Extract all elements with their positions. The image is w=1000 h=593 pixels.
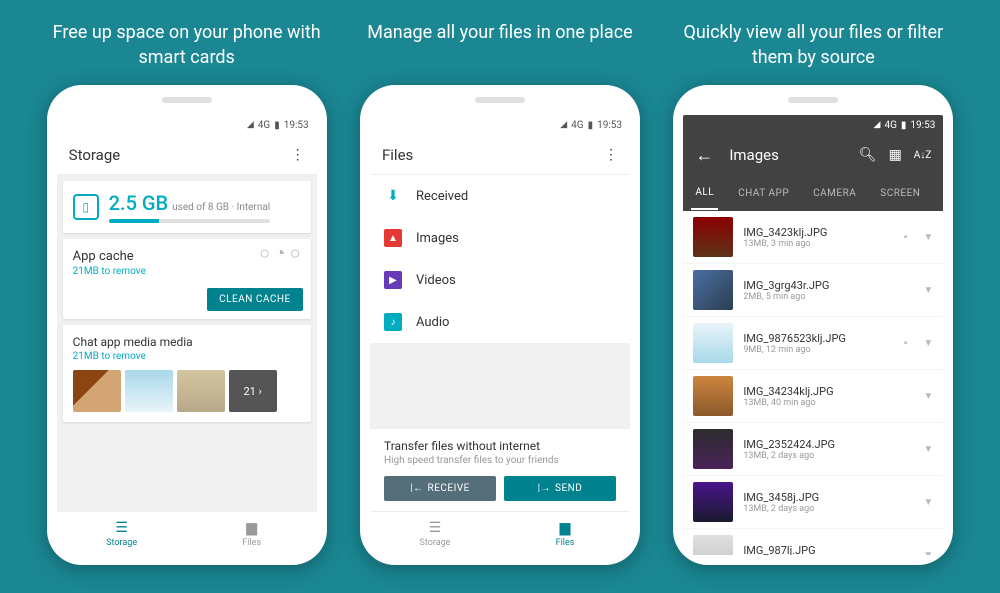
receive-icon: |← [410, 483, 423, 494]
headline-storage: Free up space on your phone with smart c… [37, 20, 337, 70]
headline-files: Manage all your files in one place [367, 20, 632, 70]
headline-images: Quickly view all your files or filter th… [663, 20, 963, 70]
category-videos[interactable]: ▶ Videos [370, 259, 630, 301]
image-thumb [693, 217, 733, 257]
category-received[interactable]: ⬇ Received [370, 175, 630, 217]
image-row[interactable]: IMG_987lj.JPG13MB, 4 days ago▼ [683, 529, 943, 555]
folder-icon: ▆ [246, 520, 257, 536]
tab-chat-app[interactable]: CHAT APP [734, 178, 793, 209]
image-row[interactable]: IMG_9876523klj.JPG9MB, 12 min ago▪▼ [683, 317, 943, 370]
image-row[interactable]: IMG_3grg43r.JPG2MB, 5 min ago▼ [683, 264, 943, 317]
storage-icon: ☰ [429, 520, 442, 536]
signal-icon: ◢ [874, 120, 881, 130]
storage-summary-card[interactable]: ▯ 2.5 GB used of 8 GB · Internal [63, 181, 311, 233]
overflow-icon[interactable]: ⋮ [291, 147, 305, 163]
storage-icon: ☰ [115, 520, 128, 536]
image-thumb [693, 323, 733, 363]
clean-cache-button[interactable]: CLEAN CACHE [207, 288, 303, 311]
usage-bar [109, 219, 159, 223]
status-bar: ◢ 4G ▮ 19:53 [370, 115, 630, 135]
device-icon: ▯ [73, 194, 99, 220]
signal-icon: ◢ [247, 120, 254, 130]
filter-tabs: ALL CHAT APP CAMERA SCREEN [683, 175, 943, 211]
phone-mockup-images: ◢ 4G ▮ 19:53 ← Images 🔍︎ ▦ A↓Z ALL CHAT … [673, 85, 953, 565]
nav-files[interactable]: ▆ Files [500, 512, 630, 555]
nav-storage[interactable]: ☰ Storage [57, 512, 187, 555]
page-title: Files [382, 146, 592, 164]
send-icon: |→ [538, 483, 551, 494]
send-button[interactable]: |→SEND [504, 476, 616, 501]
image-row[interactable]: IMG_2352424.JPG13MB, 2 days ago▼ [683, 423, 943, 476]
chevron-down-icon[interactable]: ▼ [923, 338, 933, 349]
back-icon[interactable]: ← [695, 145, 713, 166]
media-thumb[interactable] [73, 370, 121, 412]
signal-icon: ◢ [560, 120, 567, 130]
battery-icon: ▮ [274, 120, 280, 131]
chevron-down-icon[interactable]: ▼ [923, 550, 933, 556]
image-thumb [693, 376, 733, 416]
image-thumb [693, 429, 733, 469]
sort-icon[interactable]: A↓Z [914, 150, 932, 161]
image-icon: ▲ [384, 229, 402, 247]
status-bar: ◢ 4G ▮ 19:53 [683, 115, 943, 135]
video-icon: ▶ [384, 271, 402, 289]
media-thumb[interactable] [177, 370, 225, 412]
app-bar-storage: Storage ⋮ [57, 135, 317, 175]
bottom-nav: ☰ Storage ▆ Files [370, 511, 630, 555]
audio-icon: ♪ [384, 313, 402, 331]
receive-button[interactable]: |←RECEIVE [384, 476, 496, 501]
transfer-title: Transfer files without internet [384, 439, 616, 453]
image-thumb [693, 270, 733, 310]
phone-mockup-files: ◢ 4G ▮ 19:53 Files ⋮ ⬇ Received ▲ Images [360, 85, 640, 565]
image-row[interactable]: IMG_3423klj.JPG13MB, 3 min ago▪▼ [683, 211, 943, 264]
nav-files[interactable]: ▆ Files [187, 512, 317, 555]
chevron-down-icon[interactable]: ▼ [923, 232, 933, 243]
page-title: Images [729, 146, 846, 164]
status-bar: ◢ 4G ▮ 19:53 [57, 115, 317, 135]
chevron-down-icon[interactable]: ▼ [923, 444, 933, 455]
chat-media-card: Chat app media media 21MB to remove 21 › [63, 325, 311, 422]
category-audio[interactable]: ♪ Audio [370, 301, 630, 343]
battery-icon: ▮ [901, 120, 907, 131]
app-cache-card: ○ ◔ ○ App cache 21MB to remove CLEAN CAC… [63, 239, 311, 319]
folder-icon: ▆ [560, 520, 571, 536]
chevron-down-icon[interactable]: ▼ [923, 391, 933, 402]
battery-icon: ▮ [588, 120, 594, 131]
image-thumb [693, 482, 733, 522]
media-more-button[interactable]: 21 › [229, 370, 277, 412]
grid-icon[interactable]: ▦ [889, 147, 902, 163]
search-icon[interactable]: 🔍︎ [859, 147, 877, 163]
chevron-down-icon[interactable]: ▼ [923, 497, 933, 508]
tab-camera[interactable]: CAMERA [809, 178, 860, 209]
chevron-down-icon[interactable]: ▼ [923, 285, 933, 296]
tab-all[interactable]: ALL [691, 177, 718, 210]
image-row[interactable]: IMG_3458j.JPG13MB, 2 days ago▼ [683, 476, 943, 529]
tab-screen[interactable]: SCREEN [876, 178, 924, 209]
received-icon: ⬇ [384, 187, 402, 205]
sd-card-icon: ▪ [904, 232, 908, 243]
image-row[interactable]: IMG_34234klj.JPG13MB, 40 min ago▼ [683, 370, 943, 423]
bubbles-illustration: ○ ◔ ○ [259, 243, 301, 264]
image-thumb [693, 535, 733, 555]
nav-storage[interactable]: ☰ Storage [370, 512, 500, 555]
bottom-nav: ☰ Storage ▆ Files [57, 511, 317, 555]
page-title: Storage [69, 146, 279, 164]
app-bar-files: Files ⋮ [370, 135, 630, 175]
category-images[interactable]: ▲ Images [370, 217, 630, 259]
sd-card-icon: ▪ [904, 338, 908, 349]
app-bar-images: ← Images 🔍︎ ▦ A↓Z [683, 135, 943, 175]
media-thumb[interactable] [125, 370, 173, 412]
phone-mockup-storage: ◢ 4G ▮ 19:53 Storage ⋮ ▯ 2.5 GB used of … [47, 85, 327, 565]
overflow-icon[interactable]: ⋮ [604, 147, 618, 163]
